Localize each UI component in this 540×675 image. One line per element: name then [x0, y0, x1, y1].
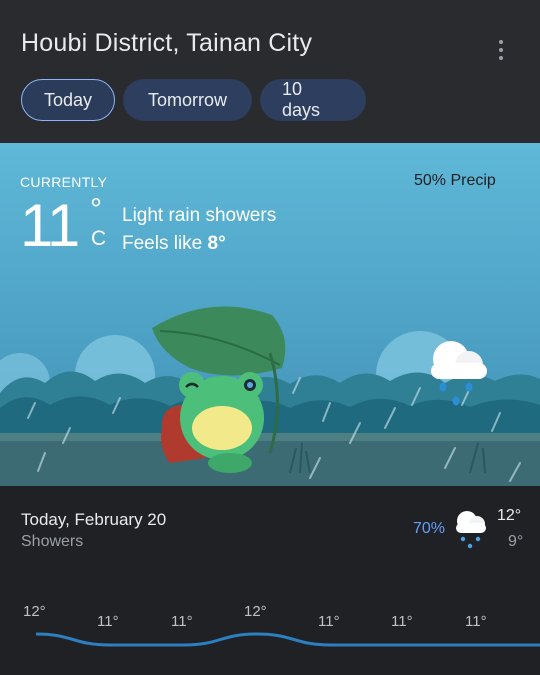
feels-like-label: Feels like: [122, 233, 203, 254]
hourly-temp: 11°: [97, 613, 119, 630]
temperature-trend-line: [35, 632, 540, 647]
tab-tomorrow[interactable]: Tomorrow: [123, 79, 252, 121]
hourly-temp: 11°: [171, 613, 193, 630]
tab-today[interactable]: Today: [21, 79, 115, 121]
current-precip: 50% Precip: [414, 172, 496, 189]
hourly-temp: 12°: [244, 603, 267, 620]
day-high-temp: 12°: [497, 507, 522, 524]
current-condition: Light rain showers: [122, 205, 277, 226]
location-title: Houbi District, Tainan City: [21, 29, 313, 57]
temperature-unit[interactable]: C: [91, 227, 106, 251]
day-title: Today, February 20: [21, 510, 167, 529]
trend-line: [35, 632, 540, 647]
current-temperature: 11: [20, 192, 80, 259]
day-summary: Showers: [21, 533, 84, 550]
rainy-frog-illustration: [0, 143, 540, 486]
app-header: Houbi District, Tainan City Today Tomorr…: [0, 0, 540, 143]
feels-like: Feels like 8°: [122, 233, 226, 255]
degree-symbol: °: [90, 193, 102, 226]
more-options-icon[interactable]: [490, 38, 512, 62]
hourly-temperature-strip: [0, 595, 540, 675]
currently-label: CURRENTLY: [20, 174, 108, 190]
hourly-temp: 12°: [23, 603, 46, 620]
hourly-temp: 11°: [318, 613, 340, 630]
forecast-tabs: Today Tomorrow 10 days: [21, 79, 366, 121]
day-precip: 70%: [413, 520, 446, 537]
hourly-temp: 11°: [391, 613, 413, 630]
tab-10-days[interactable]: 10 days: [260, 79, 366, 121]
feels-like-value: 8°: [207, 233, 226, 254]
day-low-temp: 9°: [508, 533, 524, 550]
hourly-temp: 11°: [465, 613, 487, 630]
cloud-rain-icon: [452, 507, 490, 554]
cloud-rain-icon: [425, 337, 491, 417]
weather-scene: [0, 143, 540, 486]
